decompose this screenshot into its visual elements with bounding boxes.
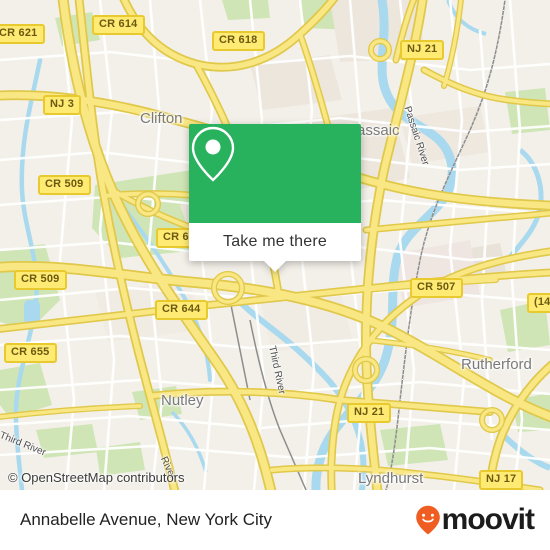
route-shield: NJ 3 [43,95,82,115]
moovit-location-card: CR 621 CR 614 CR 618 NJ 21 NJ 3 CR 509 C… [0,0,550,550]
route-shield: CR 644 [155,300,208,320]
route-shield: NJ 21 [400,40,445,60]
route-shield: CR 655 [4,343,57,363]
moovit-smiling-pin-icon [415,505,440,535]
route-shield: CR 509 [14,270,67,290]
route-shield: CR 614 [92,15,145,35]
map-tiles: CR 621 CR 614 CR 618 NJ 21 NJ 3 CR 509 C… [0,0,550,490]
city-label: Rutherford [461,356,532,373]
route-shield: (14) [527,293,550,313]
map-pin-icon [191,126,235,182]
popup-icon-area [189,124,361,223]
take-me-there-popup[interactable]: Take me there [189,124,361,272]
popup-pointer [264,261,286,272]
popup-cta-button[interactable]: Take me there [189,223,361,261]
map-attribution[interactable]: © OpenStreetMap contributors [8,470,185,485]
route-shield: CR 507 [410,278,463,298]
moovit-brand[interactable]: moovit [415,503,535,536]
footer-bar: Annabelle Avenue, New York City moovit [0,490,550,550]
city-label: Lyndhurst [358,470,424,487]
city-label: Nutley [161,392,204,409]
moovit-wordmark: moovit [441,503,535,536]
map-canvas[interactable]: CR 621 CR 614 CR 618 NJ 21 NJ 3 CR 509 C… [0,0,550,490]
route-shield: CR 618 [212,31,265,51]
popup-cta-label: Take me there [223,233,327,250]
route-shield: CR 621 [0,24,45,44]
route-shield: NJ 21 [347,403,392,423]
route-shield: CR 509 [38,175,91,195]
route-shield: NJ 17 [479,470,524,490]
location-title: Annabelle Avenue, New York City [20,510,273,529]
city-label: Clifton [140,110,183,127]
